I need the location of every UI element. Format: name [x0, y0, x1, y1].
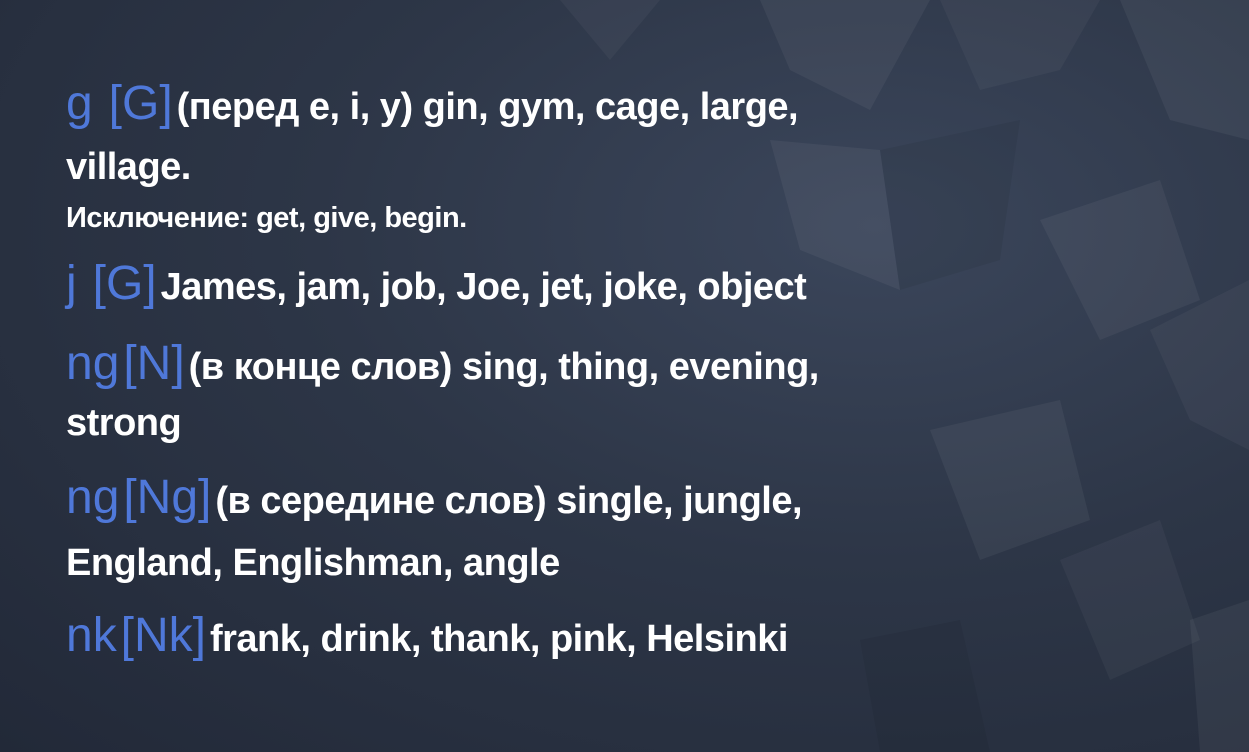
sound-key: [G]: [108, 77, 173, 130]
rule-j: j [G] James, jam, job, Joe, jet, joke, o…: [66, 254, 1216, 328]
letter-key: g: [66, 77, 93, 130]
letter-key: nk: [66, 609, 117, 662]
letter-key: j: [66, 257, 77, 310]
rules-list: g [G] (перед e, i, y) gin, gym, cage, la…: [66, 74, 1216, 676]
sound-key: [Nk]: [120, 609, 206, 662]
exception-text: Исключение: get, give, begin.: [66, 202, 467, 234]
rule-ng-end-continued: strong: [66, 400, 1216, 464]
rule-text: strong: [66, 402, 182, 444]
rule-g-continued: village.: [66, 140, 1216, 200]
rule-ng-middle: ng [Ng] (в середине слов) single, jungle…: [66, 464, 1216, 534]
letter-key: ng: [66, 471, 120, 524]
rule-text: village.: [66, 146, 191, 188]
rule-text: frank, drink, thank, pink, Helsinki: [209, 618, 788, 660]
rule-g: g [G] (перед e, i, y) gin, gym, cage, la…: [66, 74, 1216, 140]
sound-key: [Ng]: [123, 471, 212, 524]
rule-nk: nk [Nk] frank, drink, thank, pink, Helsi…: [66, 604, 1216, 676]
rule-ng-middle-continued: England, Englishman, angle: [66, 534, 1216, 604]
slide: g [G] (перед e, i, y) gin, gym, cage, la…: [0, 0, 1249, 752]
rule-text: (в середине слов) single, jungle,: [215, 480, 803, 522]
rule-text: James, jam, job, Joe, jet, joke, object: [160, 266, 807, 308]
rule-text: (перед e, i, y) gin, gym, cage, large,: [176, 86, 799, 128]
sound-key: [N]: [123, 337, 185, 390]
sound-key: [G]: [92, 257, 157, 310]
rule-g-exception: Исключение: get, give, begin.: [66, 200, 1216, 254]
letter-key: ng: [66, 337, 120, 390]
rule-text: England, Englishman, angle: [66, 542, 560, 584]
rule-ng-end: ng [N] (в конце слов) sing, thing, eveni…: [66, 328, 1216, 400]
rule-text: (в конце слов) sing, thing, evening,: [188, 346, 820, 388]
